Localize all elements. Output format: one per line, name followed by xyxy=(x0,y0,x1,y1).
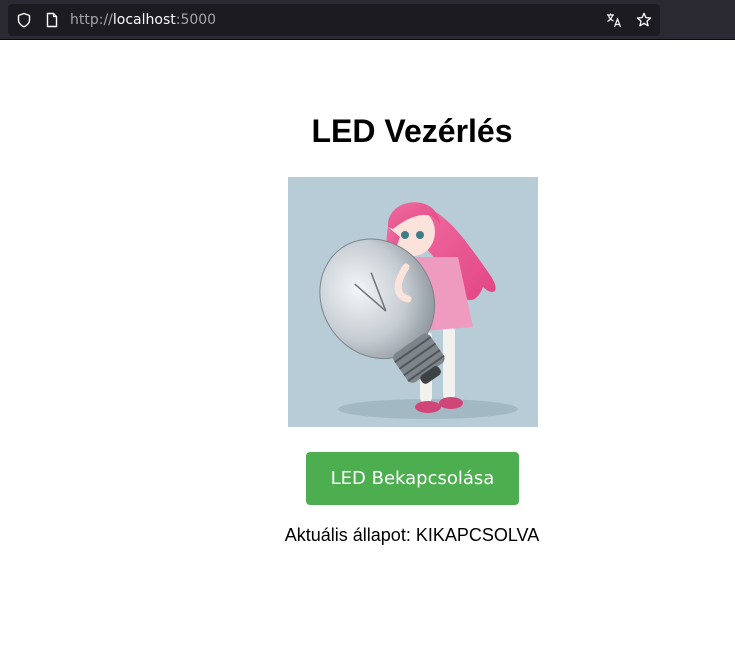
status-value: KIKAPCSOLVA xyxy=(415,525,540,545)
address-bar[interactable]: http://localhost:5000 xyxy=(8,4,660,36)
url-scheme: http:// xyxy=(70,12,113,28)
page-content: LED Vezérlés LED Bekapcsolása Aktuális á… xyxy=(0,40,735,654)
url-port: :5000 xyxy=(175,12,217,28)
url-text[interactable]: http://localhost:5000 xyxy=(70,12,216,28)
status-label: Aktuális állapot: xyxy=(284,525,411,545)
lightbulb-illustration xyxy=(288,177,538,427)
page-title: LED Vezérlés xyxy=(311,113,513,149)
led-toggle-button[interactable]: LED Bekapcsolása xyxy=(306,452,519,505)
translate-icon[interactable] xyxy=(606,12,622,28)
browser-toolbar: http://localhost:5000 xyxy=(0,0,735,40)
star-icon[interactable] xyxy=(636,12,652,28)
shield-icon[interactable] xyxy=(16,12,32,28)
url-host: localhost xyxy=(112,12,176,28)
page-icon[interactable] xyxy=(44,12,60,28)
status-line: Aktuális állapot: KIKAPCSOLVA xyxy=(212,524,612,546)
